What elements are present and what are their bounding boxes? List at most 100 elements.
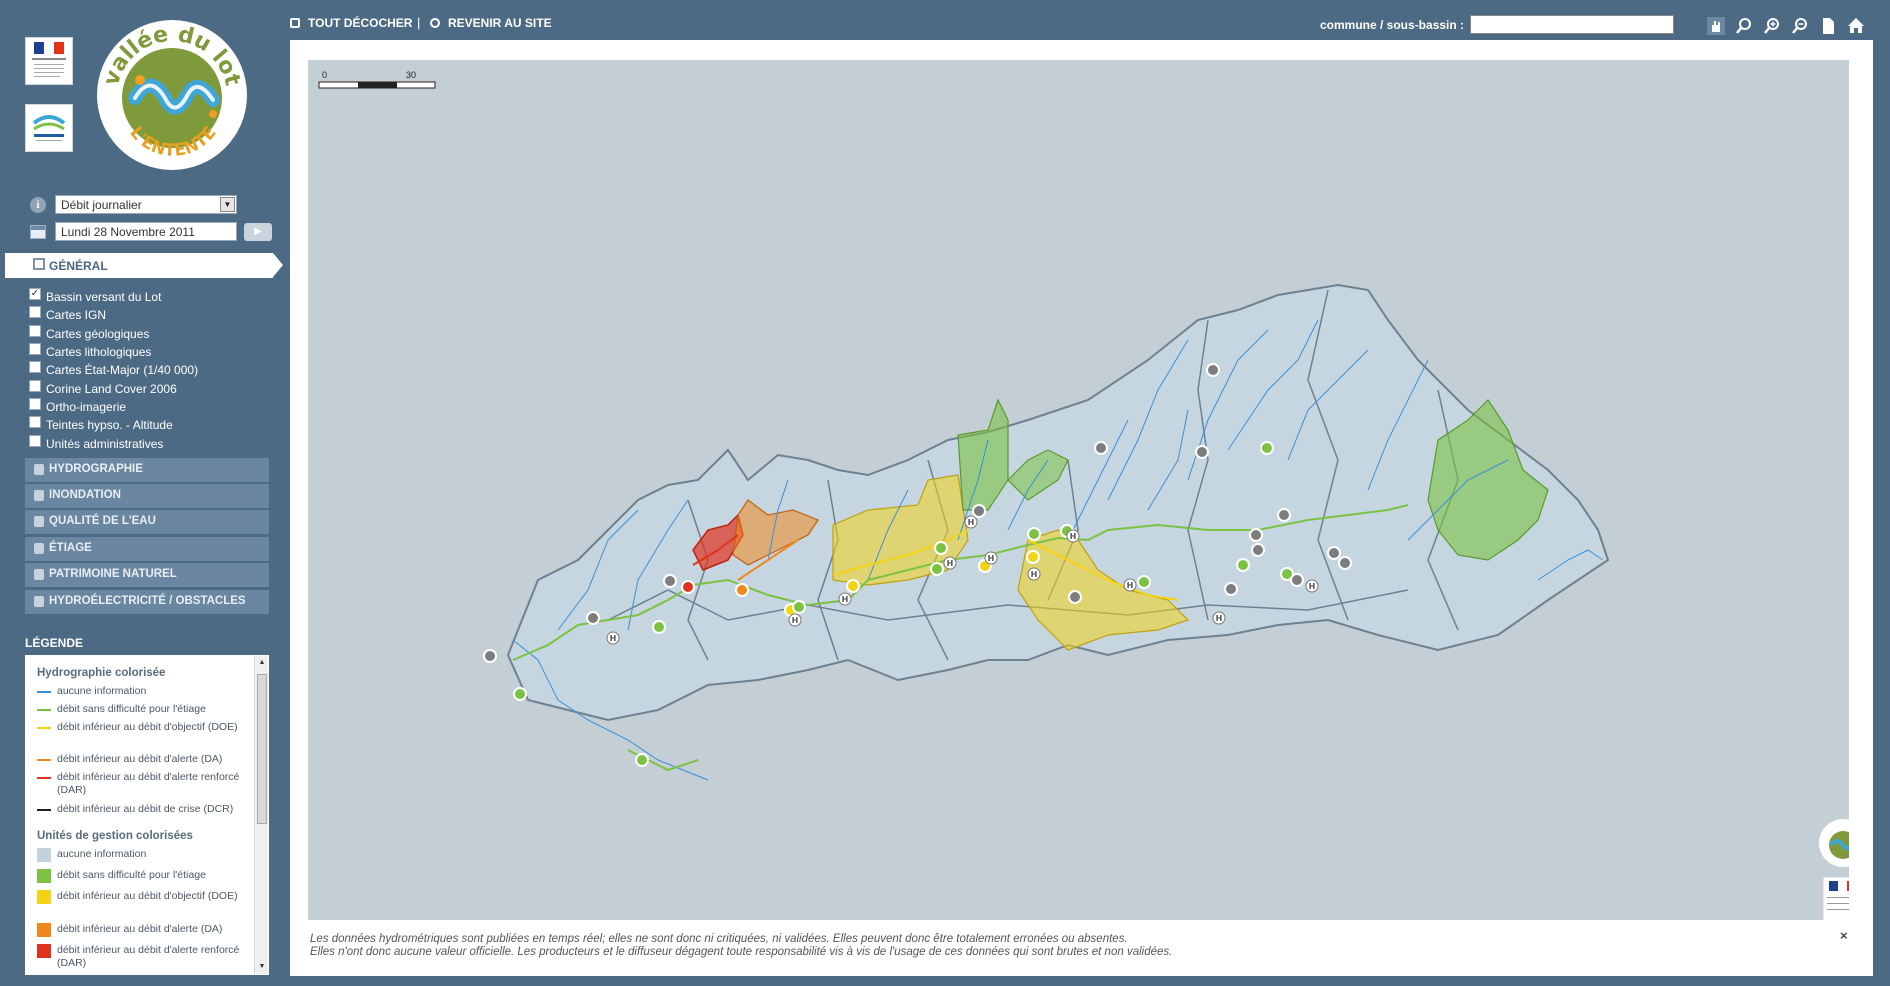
layer-checkbox[interactable] [29, 379, 41, 392]
legend-scroll-thumb[interactable] [257, 674, 267, 824]
section-label: ÉTIAGE [49, 542, 92, 554]
station-green [513, 687, 527, 701]
date-value: Lundi 28 Novembre 2011 [61, 225, 195, 239]
section-qualite-eau[interactable]: QUALITÉ DE L'EAU [25, 510, 269, 534]
section-patrimoine-naturel[interactable]: PATRIMOINE NATUREL [25, 563, 269, 587]
scroll-down-icon[interactable]: ▼ [257, 962, 267, 972]
legend-item: débit inférieur au débit d'alerte (DA) [37, 753, 247, 766]
hydro-marker-label: H [792, 616, 799, 625]
section-label: PATRIMOINE NATUREL [49, 568, 177, 580]
layer-checkbox[interactable] [29, 306, 41, 319]
hydro-marker-label: H [1070, 532, 1077, 541]
section-label: HYDROÉLECTRICITÉ / OBSTACLES [49, 595, 246, 607]
station-green [934, 541, 948, 555]
map-canvas[interactable]: 0 30 km [308, 60, 1849, 920]
scroll-up-icon[interactable]: ▲ [257, 658, 267, 668]
station-grey [483, 649, 497, 663]
zoom-in-icon[interactable] [1763, 17, 1781, 35]
layer-checkbox[interactable] [29, 434, 41, 447]
info-icon[interactable]: i [30, 197, 46, 213]
station-grey [1327, 546, 1341, 560]
legend-scrollbar[interactable]: ▲ ▼ [254, 656, 268, 974]
legend-item: débit inférieur au débit d'alerte renfor… [37, 944, 247, 970]
legend-label: aucune information [57, 685, 147, 697]
zoom-out-icon[interactable] [1791, 17, 1809, 35]
low-water-icon [34, 543, 44, 554]
station-grey [1206, 363, 1220, 377]
top-separator: | [417, 15, 421, 30]
legend-label: débit inférieur au débit d'alerte (DA) [57, 753, 223, 765]
station-green [652, 620, 666, 634]
hydro-marker-label: H [842, 595, 849, 604]
disclaimer-line-1: Les données hydrométriques sont publiées… [310, 933, 1128, 945]
station-red [681, 580, 695, 594]
data-type-select[interactable]: Débit journalier ▼ [55, 195, 237, 214]
layer-item-corine[interactable]: Corine Land Cover 2006 [29, 379, 269, 397]
section-label: INONDATION [49, 489, 121, 501]
layer-item-geologiques[interactable]: Cartes géologiques [29, 324, 269, 343]
hydro-marker-label: H [610, 634, 617, 643]
chevron-down-icon[interactable]: ▼ [220, 197, 235, 212]
tab-general[interactable]: GÉNÉRAL [5, 253, 283, 278]
tab-general-label: GÉNÉRAL [49, 259, 108, 273]
hydro-marker-label: H [988, 554, 995, 563]
layer-item-bassin[interactable]: ✓ Bassin versant du Lot [29, 288, 269, 306]
legend-line-yellow [37, 727, 51, 729]
legend-panel[interactable]: Hydrographie colorisée aucune informatio… [25, 655, 269, 975]
hydro-marker-label: H [1309, 582, 1316, 591]
legend-swatch-red [37, 944, 51, 958]
play-button[interactable]: ▶ [244, 223, 272, 241]
zoom-box-icon[interactable] [1735, 17, 1753, 35]
search-label: commune / sous-bassin : [1320, 18, 1465, 32]
station-grey [1094, 441, 1108, 455]
station-grey [1068, 590, 1082, 604]
section-hydrographie[interactable]: HYDROGRAPHIE [25, 458, 269, 482]
map-panel: 0 30 km [290, 40, 1873, 976]
layer-checkbox[interactable] [29, 416, 41, 429]
legend-label: débit inférieur au débit d'objectif (DOE… [57, 721, 238, 733]
layer-label: Ortho-imagerie [46, 399, 127, 414]
section-inondation[interactable]: INONDATION [25, 484, 269, 508]
layer-item-ign[interactable]: Cartes IGN [29, 306, 269, 324]
hydro-marker-label: H [1216, 614, 1223, 623]
return-icon [430, 18, 440, 28]
station-grey [1224, 582, 1238, 596]
uncheck-all-link[interactable]: TOUT DÉCOCHER [290, 16, 412, 30]
layer-checkbox[interactable] [29, 397, 41, 410]
legend-label: débit inférieur au débit d'alerte renfor… [57, 771, 240, 796]
layer-label: Unités administratives [46, 436, 164, 451]
section-etiage[interactable]: ÉTIAGE [25, 537, 269, 561]
layer-checkbox[interactable] [29, 361, 41, 374]
layer-item-etat-major[interactable]: Cartes État-Major (1/40 000) [29, 361, 269, 379]
legend-item: débit inférieur au débit d'objectif (DOE… [37, 890, 247, 904]
back-to-site-link[interactable]: REVENIR AU SITE [430, 16, 552, 30]
station-grey [1338, 556, 1352, 570]
layer-item-ortho[interactable]: Ortho-imagerie [29, 397, 269, 416]
document-icon[interactable] [1819, 17, 1837, 35]
hydro-marker-label: H [968, 518, 975, 527]
date-input[interactable]: Lundi 28 Novembre 2011 [55, 222, 237, 241]
section-label: HYDROGRAPHIE [49, 463, 143, 475]
legend-line-blue [37, 691, 51, 693]
layer-label: Bassin versant du Lot [46, 290, 162, 305]
layer-item-lithologiques[interactable]: Cartes lithologiques [29, 343, 269, 361]
hand-pan-icon[interactable] [1707, 17, 1725, 35]
layer-checkbox[interactable] [29, 343, 41, 356]
legend-label: débit sans difficulté pour l'étiage [57, 869, 206, 881]
search-input[interactable] [1470, 15, 1674, 34]
legend-item: débit sans difficulté pour l'étiage [37, 869, 247, 883]
layer-item-hypso[interactable]: Teintes hypso. - Altitude [29, 416, 269, 434]
section-hydroelectricite[interactable]: HYDROÉLECTRICITÉ / OBSTACLES [25, 590, 269, 614]
layer-checkbox-checked[interactable]: ✓ [29, 288, 41, 301]
hydrography-icon [34, 464, 44, 475]
close-icon[interactable]: × [1840, 928, 1848, 943]
legend-label: débit sans difficulté pour l'étiage [57, 703, 206, 715]
layer-checkbox[interactable] [29, 324, 41, 337]
calendar-icon[interactable] [30, 225, 46, 239]
agence-eau-logo [25, 104, 73, 152]
legend-item: débit sans difficulté pour l'étiage [37, 703, 247, 716]
station-grey [1277, 508, 1291, 522]
station-green [930, 562, 944, 576]
home-icon[interactable] [1847, 17, 1865, 35]
layer-item-administratives[interactable]: Unités administratives [29, 434, 269, 452]
